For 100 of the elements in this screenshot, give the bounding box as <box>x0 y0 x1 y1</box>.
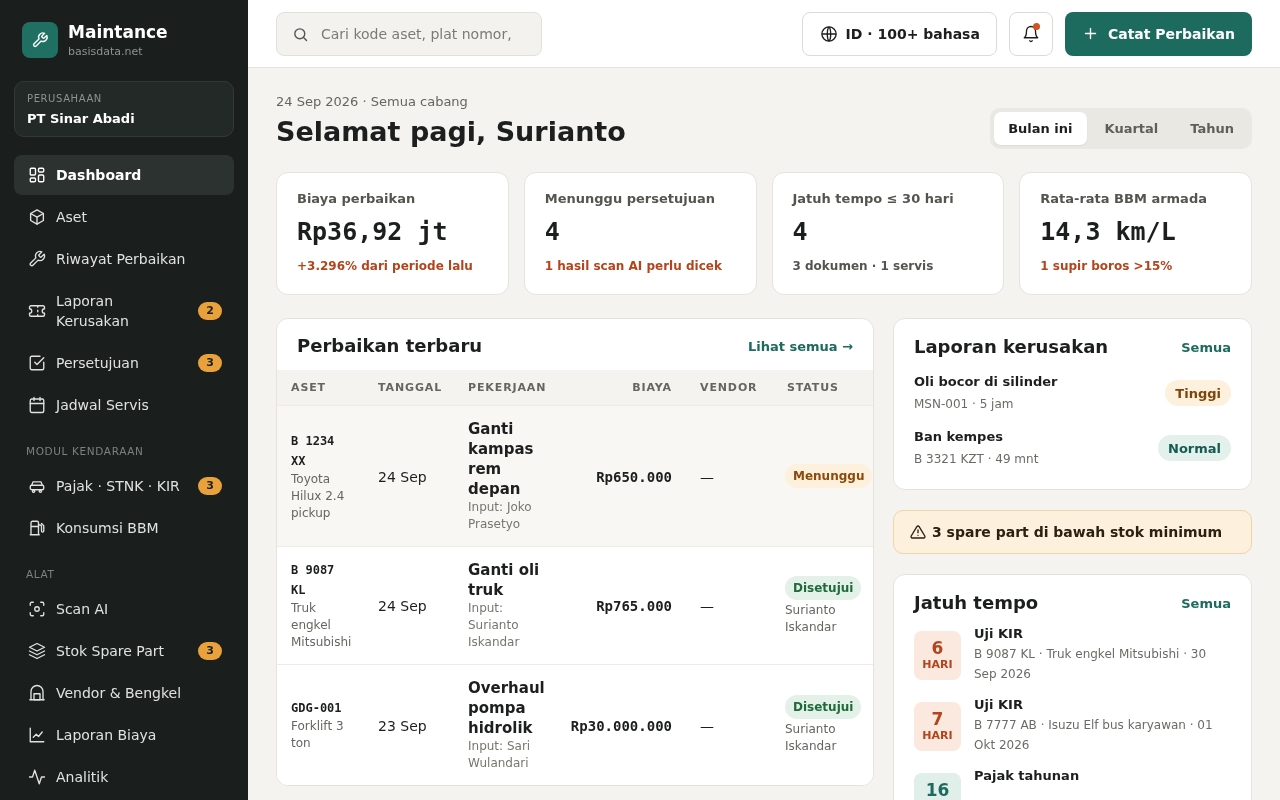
approver-name: Surianto Iskandar <box>785 601 838 636</box>
asset-name: Truk engkel Mitsubishi <box>291 600 352 651</box>
ticket-icon <box>28 302 46 320</box>
page-title: Selamat pagi, Surianto <box>276 115 626 149</box>
brand-name: Maintance <box>68 21 168 42</box>
nav-item[interactable]: Laporan Biaya <box>14 715 234 755</box>
wrench-icon <box>28 250 46 268</box>
view-all-link[interactable]: Lihat semua → <box>747 338 853 354</box>
due-title: Uji KIR <box>974 696 1024 714</box>
card-title: Jatuh tempo <box>914 591 1039 615</box>
days-unit: HARI <box>922 729 953 743</box>
due-detail: B 7777 AB · Isuzu Elf bus karyawan · 01 Okt 2026 <box>974 717 1214 754</box>
company-label: PERUSAHAAN <box>27 92 103 106</box>
view-all-link[interactable]: Semua <box>1181 595 1231 611</box>
kpi-label: Rata-rata BBM armada <box>1040 190 1208 208</box>
asset-code: B 9087 KL <box>291 562 336 599</box>
record-repair-button[interactable]: Catat Perbaikan <box>1064 11 1252 56</box>
table-row[interactable]: GDG-001 Forklift 3 ton 23 Sep Overhaul pompa hidrolik Input: Sari Wulandari Rp30.000.000 — Disetujui Surianto Iskandar <box>277 664 873 785</box>
report-title: Ban kempes <box>914 428 1004 446</box>
nav-item[interactable]: Jadwal Servis <box>14 385 234 425</box>
due-title: Uji KIR <box>974 625 1024 643</box>
count-badge: 2 <box>198 302 222 320</box>
kpi-value: Rp36,92 jt <box>297 216 449 248</box>
nav-item[interactable]: Stok Spare Part 3 <box>14 631 234 671</box>
input-by: Input: Joko Prasetyo <box>468 499 533 533</box>
asset-code: B 1234 XX <box>291 432 336 470</box>
approver-name: Surianto Iskandar <box>785 721 838 755</box>
kpi-label: Biaya perbaikan <box>297 190 417 208</box>
notification-button[interactable] <box>1008 11 1053 56</box>
bell-icon <box>1021 24 1040 43</box>
nav-section-title: ALAT <box>25 567 56 581</box>
asset-code: GDG-001 <box>291 700 343 717</box>
nav-item[interactable]: Analitik <box>14 757 234 797</box>
date-cell: 24 Sep <box>378 468 427 485</box>
column-header: BIAYA <box>632 381 672 394</box>
days-count: 16 <box>925 781 950 800</box>
grid-icon <box>28 166 46 184</box>
days-unit: HARI <box>922 658 953 672</box>
kpi-label: Menunggu persetujuan <box>544 190 716 208</box>
cost-cell: Rp30.000.000 <box>570 717 672 734</box>
count-badge: 3 <box>198 477 222 495</box>
priority-badge: Tinggi <box>1165 380 1231 406</box>
period-tab[interactable]: Kuartal <box>1090 112 1173 145</box>
days-count: 6 <box>931 639 944 658</box>
kpi-value: 4 <box>544 216 561 248</box>
nav-item[interactable]: Aset <box>14 197 234 237</box>
cost-cell: Rp765.000 <box>596 598 672 614</box>
kpi-note: 1 hasil scan AI perlu dicek <box>544 258 723 274</box>
status-badge: Disetujui <box>785 575 862 600</box>
job-title: Overhaul pompa hidrolik <box>468 678 544 738</box>
nav-item[interactable]: Riwayat Perbaikan <box>14 239 234 279</box>
report-title: Oli bocor di silinder <box>914 373 1058 391</box>
nav-item[interactable]: Laporan Kerusakan 2 <box>14 281 234 341</box>
job-title: Ganti kampas rem depan <box>468 419 535 499</box>
wrench-logo-icon <box>22 22 58 58</box>
company-name: PT Sinar Abadi <box>27 110 136 128</box>
pulse-icon <box>28 768 46 786</box>
period-tab[interactable]: Tahun <box>1176 112 1248 145</box>
company-card[interactable]: PERUSAHAAN PT Sinar Abadi <box>14 81 234 137</box>
layers-icon <box>28 642 46 660</box>
input-by: Input: Sari Wulandari <box>468 738 532 772</box>
kpi-note: +3.296% dari periode lalu <box>297 258 474 274</box>
status-badge: Menunggu <box>785 464 873 488</box>
kpi-note: 3 dokumen · 1 servis <box>792 258 935 274</box>
count-badge: 3 <box>198 354 222 372</box>
column-header: TANGGAL <box>378 381 443 394</box>
kpi-value: 14,3 km/L <box>1040 216 1177 248</box>
report-meta: B 3321 KZT · 49 mnt <box>914 451 1039 468</box>
asset-name: Toyota Hilux 2.4 pickup <box>291 470 346 522</box>
vendor-cell: — <box>700 598 714 614</box>
date-cell: 23 Sep <box>378 717 427 734</box>
brand-domain: basisdata.net <box>68 44 144 59</box>
nav-item[interactable]: Pajak · STNK · KIR 3 <box>14 466 234 506</box>
line-chart-icon <box>28 726 46 744</box>
column-header: VENDOR <box>700 381 758 394</box>
warning-icon <box>910 524 926 540</box>
card-title: Laporan kerusakan <box>914 335 1109 359</box>
period-tab[interactable]: Bulan ini <box>994 112 1087 145</box>
column-header: STATUS <box>787 381 839 394</box>
vendor-cell: — <box>700 717 714 734</box>
nav-item[interactable]: Scan AI <box>14 589 234 629</box>
plus-icon <box>1082 26 1098 41</box>
search-icon <box>292 25 309 43</box>
nav-item[interactable]: Vendor & Bengkel <box>14 673 234 713</box>
alert-text: 3 spare part di bawah stok minimum <box>932 524 1223 540</box>
job-title: Ganti oli truk <box>468 560 541 600</box>
due-title: Pajak tahunan <box>974 767 1081 785</box>
fuel-pump-icon <box>28 519 46 537</box>
view-all-link[interactable]: Semua <box>1181 339 1231 355</box>
table-row[interactable]: B 1234 XX Toyota Hilux 2.4 pickup 24 Sep Ganti kampas rem depan Input: Joko Prasetyo Rp650.000 — Menunggu <box>277 405 873 546</box>
search-field[interactable]: Cari kode aset, plat nomor, <box>276 11 542 56</box>
checkbox-icon <box>28 354 46 372</box>
kpi-note: 1 supir boros >15% <box>1040 258 1174 274</box>
language-button[interactable]: ID · 100+ bahasa <box>801 11 997 56</box>
nav-item[interactable]: Persetujuan 3 <box>14 343 234 383</box>
vendor-cell: — <box>700 468 714 485</box>
count-badge: 3 <box>198 642 222 660</box>
nav-item[interactable]: Dashboard <box>14 155 234 195</box>
nav-item[interactable]: Konsumsi BBM <box>14 508 234 548</box>
page-subtitle: 24 Sep 2026 · Semua cabang <box>276 94 469 110</box>
